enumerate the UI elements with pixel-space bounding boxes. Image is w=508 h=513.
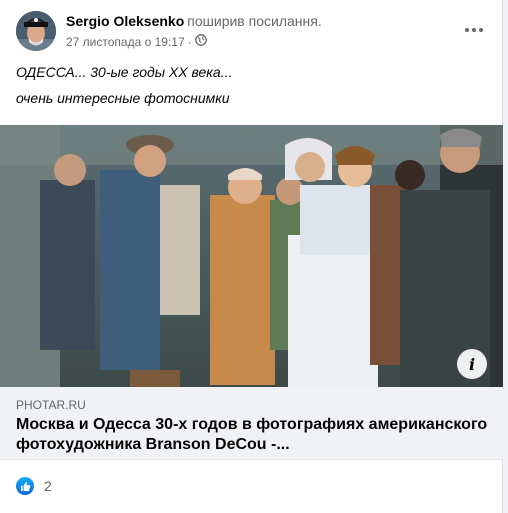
link-preview-image[interactable]: i (0, 125, 503, 387)
author-avatar[interactable] (16, 11, 56, 51)
link-title[interactable]: Москва и Одесса 30-х годов в фотографиях… (16, 415, 491, 455)
author-line: Sergio Oleksenko поширив посилання. (66, 13, 322, 29)
post-text-line-1: ОДЕССА... 30-ые годы ХХ века... (16, 64, 233, 80)
globe-icon[interactable] (194, 34, 207, 49)
post-text-line-2: очень интересные фотоснимки (16, 90, 230, 106)
post-text: ОДЕССА... 30-ые годы ХХ века... очень ин… (16, 62, 486, 106)
info-icon: i (468, 354, 476, 374)
link-preview[interactable]: PHOTAR.RU Москва и Одесса 30-х годов в ф… (0, 387, 503, 460)
post-header: Sergio Oleksenko поширив посилання. 27 ли… (16, 10, 490, 52)
author-name[interactable]: Sergio Oleksenko (66, 13, 184, 29)
share-action-text: поширив посилання. (187, 13, 322, 29)
more-options-button[interactable] (458, 14, 490, 46)
reaction-count: 2 (44, 478, 52, 494)
info-button[interactable]: i (457, 349, 487, 379)
post-meta: 27 листопада о 19:17 · (66, 34, 207, 49)
post-timestamp[interactable]: 27 листопада о 19:17 (66, 35, 185, 49)
meta-separator: · (187, 34, 192, 49)
more-options-icon (465, 28, 483, 32)
link-domain: PHOTAR.RU (16, 398, 86, 412)
post-card: Sergio Oleksenko поширив посилання. 27 ли… (0, 0, 503, 513)
like-icon (16, 477, 34, 495)
reactions-summary[interactable]: 2 (16, 476, 52, 496)
